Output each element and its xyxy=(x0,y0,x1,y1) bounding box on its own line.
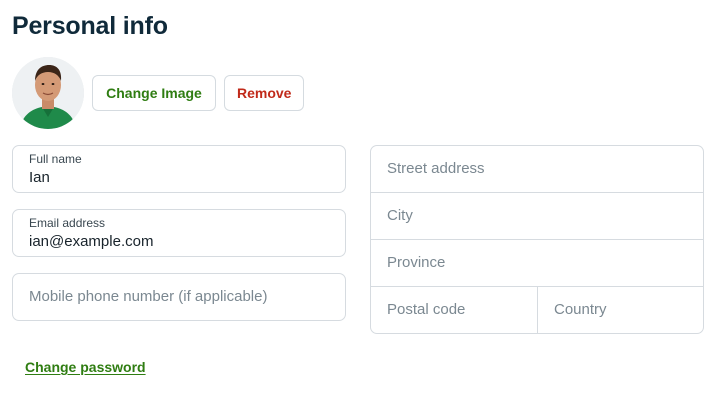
email-input[interactable] xyxy=(29,233,333,250)
avatar xyxy=(12,57,84,129)
city-row xyxy=(371,193,703,240)
change-password-link[interactable]: Change password xyxy=(25,359,146,375)
postal-country-row xyxy=(371,287,703,333)
avatar-photo xyxy=(12,57,84,129)
page-title: Personal info xyxy=(12,12,168,40)
city-input[interactable] xyxy=(387,207,677,224)
province-row xyxy=(371,240,703,287)
full-name-input[interactable] xyxy=(29,169,333,186)
postal-code-input[interactable] xyxy=(387,301,527,318)
email-label: Email address xyxy=(29,216,106,230)
address-group xyxy=(370,145,704,334)
mobile-phone-input[interactable] xyxy=(29,288,333,305)
province-input[interactable] xyxy=(387,254,677,271)
country-input[interactable] xyxy=(554,301,694,318)
street-address-input[interactable] xyxy=(387,160,677,177)
mobile-phone-field[interactable] xyxy=(12,273,346,321)
full-name-label: Full name xyxy=(29,152,82,166)
change-image-button[interactable]: Change Image xyxy=(92,75,216,111)
postal-country-divider xyxy=(537,287,538,333)
remove-image-button[interactable]: Remove xyxy=(224,75,304,111)
street-address-row xyxy=(371,146,703,193)
email-field[interactable]: Email address xyxy=(12,209,346,257)
full-name-field[interactable]: Full name xyxy=(12,145,346,193)
